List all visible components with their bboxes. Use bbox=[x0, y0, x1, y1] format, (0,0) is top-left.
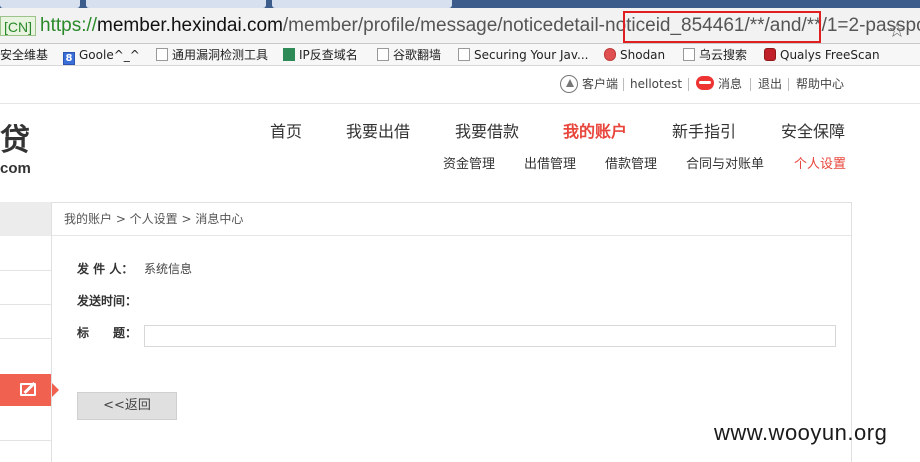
browser-tab[interactable] bbox=[86, 0, 266, 8]
google-icon: 8 bbox=[63, 52, 75, 65]
back-button[interactable]: <<返回 bbox=[77, 392, 177, 420]
bookmarks-bar: 安全维基 8 Goole^_^ 通用漏洞检测工具 IP反查域名 谷歌翻墙 Secu… bbox=[0, 44, 920, 66]
divider bbox=[750, 78, 751, 91]
edit-icon bbox=[20, 383, 36, 396]
username-link[interactable]: hellotest bbox=[630, 76, 682, 92]
shodan-icon bbox=[604, 48, 616, 61]
nav-home[interactable]: 首页 bbox=[270, 121, 302, 143]
cn-badge: [CN] bbox=[0, 16, 36, 36]
message-icon[interactable] bbox=[696, 76, 714, 90]
bookmark-item[interactable]: 安全维基 bbox=[0, 46, 48, 64]
page-icon bbox=[683, 48, 695, 61]
breadcrumb: 我的账户 > 个人设置 > 消息中心 bbox=[64, 212, 244, 226]
url-path: /member/profile/message/noticedetail-not… bbox=[282, 15, 920, 36]
divider bbox=[0, 304, 51, 305]
nav-borrow[interactable]: 我要借款 bbox=[455, 121, 519, 143]
sidebar-item-active[interactable] bbox=[0, 374, 59, 406]
client-app-icon[interactable] bbox=[560, 75, 578, 93]
nav-invest[interactable]: 我要出借 bbox=[346, 121, 410, 143]
divider bbox=[0, 270, 51, 271]
bookmark-item[interactable]: IP反查域名 bbox=[283, 46, 358, 64]
page-icon bbox=[458, 48, 470, 61]
browser-tab-strip bbox=[0, 0, 920, 8]
logo-char: 贷 bbox=[0, 123, 30, 158]
page-icon bbox=[377, 48, 389, 61]
bookmark-item[interactable]: 通用漏洞检测工具 bbox=[156, 46, 268, 64]
client-link[interactable]: 客户端 bbox=[582, 76, 618, 92]
nav-beginner-guide[interactable]: 新手指引 bbox=[672, 121, 736, 143]
bookmark-item[interactable]: 8 Goole^_^ bbox=[63, 46, 140, 65]
divider bbox=[52, 235, 851, 236]
subnav-personal-settings[interactable]: 个人设置 bbox=[794, 156, 846, 174]
help-center-link[interactable]: 帮助中心 bbox=[796, 76, 844, 92]
divider bbox=[688, 78, 689, 91]
browser-tab[interactable] bbox=[272, 0, 452, 8]
divider bbox=[788, 78, 789, 91]
subnav-contracts[interactable]: 合同与对账单 bbox=[686, 156, 764, 174]
ip-icon bbox=[283, 48, 295, 61]
logo-suffix: com bbox=[0, 160, 31, 177]
bookmark-star-icon[interactable]: ☆ bbox=[888, 18, 906, 42]
page-icon bbox=[156, 48, 168, 61]
nav-my-account[interactable]: 我的账户 bbox=[563, 121, 627, 143]
logout-link[interactable]: 退出 bbox=[758, 76, 782, 92]
nav-security[interactable]: 安全保障 bbox=[781, 121, 845, 143]
watermark: www.wooyun.org bbox=[714, 420, 888, 445]
site-logo[interactable]: 贷 com bbox=[0, 118, 58, 182]
qualys-icon bbox=[764, 48, 776, 61]
bookmark-item[interactable]: 乌云搜索 bbox=[683, 46, 747, 64]
url-highlight-box bbox=[623, 11, 821, 43]
bookmark-item[interactable]: 谷歌翻墙 bbox=[377, 46, 441, 64]
bookmark-item[interactable]: Securing Your Jav... bbox=[458, 46, 588, 64]
messages-link[interactable]: 消息 bbox=[718, 76, 742, 92]
send-time-label: 发送时间： bbox=[77, 294, 138, 308]
divider bbox=[0, 440, 51, 441]
browser-tab[interactable] bbox=[0, 0, 80, 8]
sender-label: 发 件 人： bbox=[77, 262, 134, 276]
title-label: 标 题： bbox=[77, 326, 138, 340]
sender-value: 系统信息 bbox=[144, 262, 193, 276]
bookmark-item[interactable]: Shodan bbox=[604, 46, 665, 64]
title-field[interactable] bbox=[144, 325, 836, 347]
sidebar-header bbox=[0, 202, 51, 236]
bookmark-item[interactable]: Qualys FreeScan bbox=[764, 46, 880, 64]
subnav-funds[interactable]: 资金管理 bbox=[443, 156, 495, 174]
subnav-invest-mgmt[interactable]: 出借管理 bbox=[524, 156, 576, 174]
sidebar bbox=[0, 202, 59, 462]
url-host: member.hexindai.com bbox=[97, 15, 283, 36]
divider bbox=[623, 78, 624, 91]
divider bbox=[0, 338, 51, 339]
url-scheme: https:// bbox=[40, 15, 98, 36]
subnav-loan-mgmt[interactable]: 借款管理 bbox=[605, 156, 657, 174]
